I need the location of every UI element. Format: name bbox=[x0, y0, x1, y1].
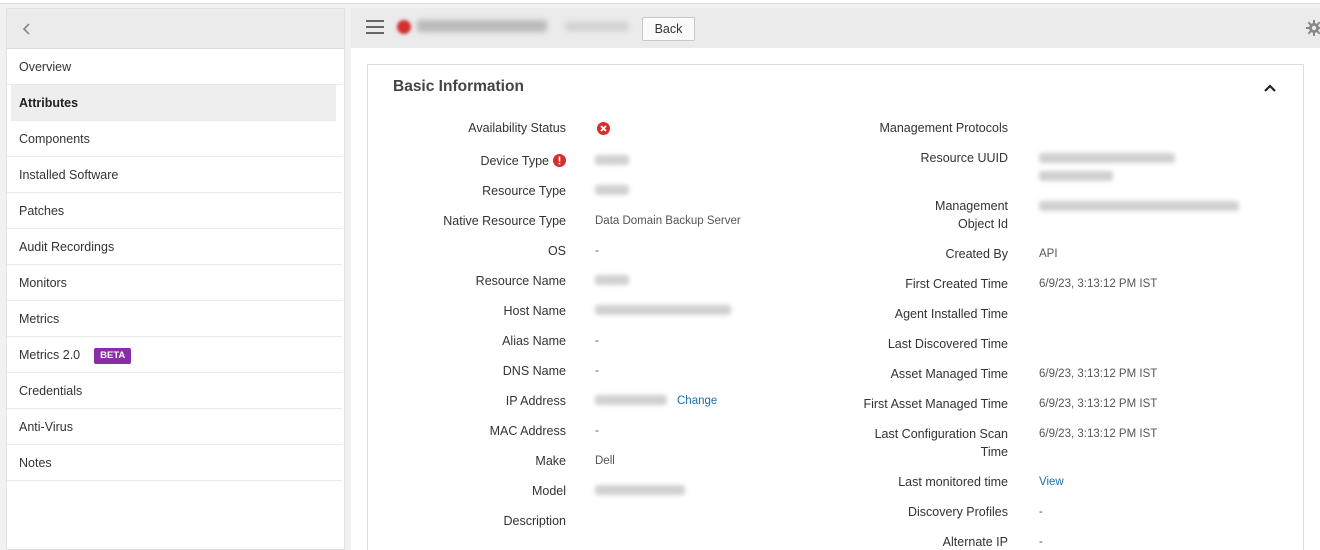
field-label-alternate-ip: Alternate IP bbox=[942, 535, 1008, 549]
field-label-management-object-id: Management Object Id bbox=[935, 199, 1008, 231]
sidebar-nav: Overview Attributes Components Installed… bbox=[6, 8, 345, 550]
resource-uuid-value-redacted-2 bbox=[1039, 171, 1113, 181]
gear-icon[interactable] bbox=[1306, 20, 1320, 36]
field-label-resource-uuid: Resource UUID bbox=[920, 151, 1008, 165]
field-value-alias-name: - bbox=[595, 335, 599, 347]
sidebar-item-metrics[interactable]: Metrics bbox=[7, 301, 342, 337]
chevron-up-icon[interactable] bbox=[1263, 81, 1277, 95]
field-label-host-name: Host Name bbox=[503, 304, 566, 318]
host-name-value-redacted bbox=[595, 305, 731, 315]
resource-status-icon bbox=[397, 20, 411, 34]
field-value-first-created-time: 6/9/23, 3:13:12 PM IST bbox=[1039, 278, 1158, 290]
management-object-id-value-redacted bbox=[1039, 201, 1239, 211]
main-content: Back Basic Information Availability Stat… bbox=[351, 8, 1320, 550]
field-label-mac-address: MAC Address bbox=[489, 424, 566, 438]
field-value-os: - bbox=[595, 245, 599, 257]
field-label-dns-name: DNS Name bbox=[502, 364, 566, 378]
field-label-last-configuration-scan-time: Last Configuration Scan Time bbox=[874, 427, 1008, 459]
field-value-asset-managed-time: 6/9/23, 3:13:12 PM IST bbox=[1039, 368, 1158, 380]
field-value-dns-name: - bbox=[595, 365, 599, 377]
field-value-native-resource-type: Data Domain Backup Server bbox=[595, 215, 741, 227]
panel-title: Basic Information bbox=[393, 78, 524, 95]
device-type-value-redacted bbox=[595, 155, 629, 165]
field-value-alternate-ip: - bbox=[1039, 536, 1043, 548]
sidebar-item-components[interactable]: Components bbox=[7, 121, 342, 157]
field-label-last-monitored-time: Last monitored time bbox=[898, 475, 1008, 489]
error-status-icon bbox=[597, 122, 610, 135]
sidebar-item-monitors[interactable]: Monitors bbox=[7, 265, 342, 301]
sidebar-item-attributes[interactable]: Attributes bbox=[11, 85, 336, 121]
sidebar-item-credentials[interactable]: Credentials bbox=[7, 373, 342, 409]
field-label-first-created-time: First Created Time bbox=[905, 277, 1008, 291]
field-label-model: Model bbox=[531, 484, 566, 498]
resource-subtitle-redacted bbox=[565, 22, 629, 31]
sidebar-item-metrics-2[interactable]: Metrics 2.0 BETA bbox=[7, 337, 342, 373]
field-label-management-protocols: Management Protocols bbox=[879, 121, 1008, 135]
field-label-last-discovered-time: Last Discovered Time bbox=[887, 337, 1008, 351]
field-label-discovery-profiles: Discovery Profiles bbox=[907, 505, 1008, 519]
resource-name-value-redacted bbox=[595, 275, 629, 285]
field-label-alias-name: Alias Name bbox=[502, 334, 566, 348]
sidebar-item-audit-recordings[interactable]: Audit Recordings bbox=[7, 229, 342, 265]
field-value-created-by: API bbox=[1039, 248, 1058, 260]
field-label-description: Description bbox=[503, 514, 566, 528]
menu-icon[interactable] bbox=[366, 20, 384, 34]
field-label-resource-type: Resource Type bbox=[482, 184, 566, 198]
field-value-discovery-profiles: - bbox=[1039, 506, 1043, 518]
sidebar-list: Overview Attributes Components Installed… bbox=[7, 49, 344, 481]
back-button[interactable]: Back bbox=[642, 17, 695, 41]
field-label-created-by: Created By bbox=[945, 247, 1008, 261]
resource-uuid-value-redacted-1 bbox=[1039, 153, 1175, 163]
field-label-agent-installed-time: Agent Installed Time bbox=[894, 307, 1008, 321]
field-label-asset-managed-time: Asset Managed Time bbox=[890, 367, 1008, 381]
sidebar-item-patches[interactable]: Patches bbox=[7, 193, 342, 229]
field-label-device-type: Device Type bbox=[386, 152, 566, 170]
sidebar-item-anti-virus[interactable]: Anti-Virus bbox=[7, 409, 342, 445]
chevron-left-icon[interactable] bbox=[17, 19, 37, 39]
field-label-availability-status: Availability Status bbox=[468, 121, 566, 135]
field-label-os: OS bbox=[547, 244, 566, 258]
field-value-first-asset-managed-time: 6/9/23, 3:13:12 PM IST bbox=[1039, 398, 1158, 410]
beta-badge: BETA bbox=[94, 348, 132, 364]
basic-information-panel: Basic Information Availability Status De… bbox=[367, 64, 1304, 550]
field-label-resource-name: Resource Name bbox=[475, 274, 566, 288]
field-label-make: Make bbox=[535, 454, 566, 468]
top-border bbox=[0, 0, 1320, 4]
sidebar-item-overview[interactable]: Overview bbox=[7, 49, 342, 85]
field-label-first-asset-managed-time: First Asset Managed Time bbox=[863, 397, 1008, 411]
resource-type-value-redacted bbox=[595, 185, 629, 195]
sidebar-header bbox=[7, 9, 344, 49]
model-value-redacted bbox=[595, 485, 685, 495]
field-label-ip-address: IP Address bbox=[505, 394, 566, 408]
field-label-native-resource-type: Native Resource Type bbox=[443, 214, 566, 228]
view-monitored-time-link[interactable]: View bbox=[1039, 473, 1064, 491]
field-value-last-configuration-scan-time: 6/9/23, 3:13:12 PM IST bbox=[1039, 428, 1158, 440]
info-alert-icon[interactable] bbox=[553, 154, 566, 167]
ip-address-value-redacted bbox=[595, 395, 667, 405]
field-value-mac-address: - bbox=[595, 425, 599, 437]
toolbar: Back bbox=[351, 8, 1320, 48]
sidebar-item-installed-software[interactable]: Installed Software bbox=[7, 157, 342, 193]
resource-title-redacted bbox=[417, 20, 547, 32]
change-ip-link[interactable]: Change bbox=[677, 392, 717, 410]
sidebar-item-notes[interactable]: Notes bbox=[7, 445, 342, 481]
field-value-make: Dell bbox=[595, 455, 615, 467]
